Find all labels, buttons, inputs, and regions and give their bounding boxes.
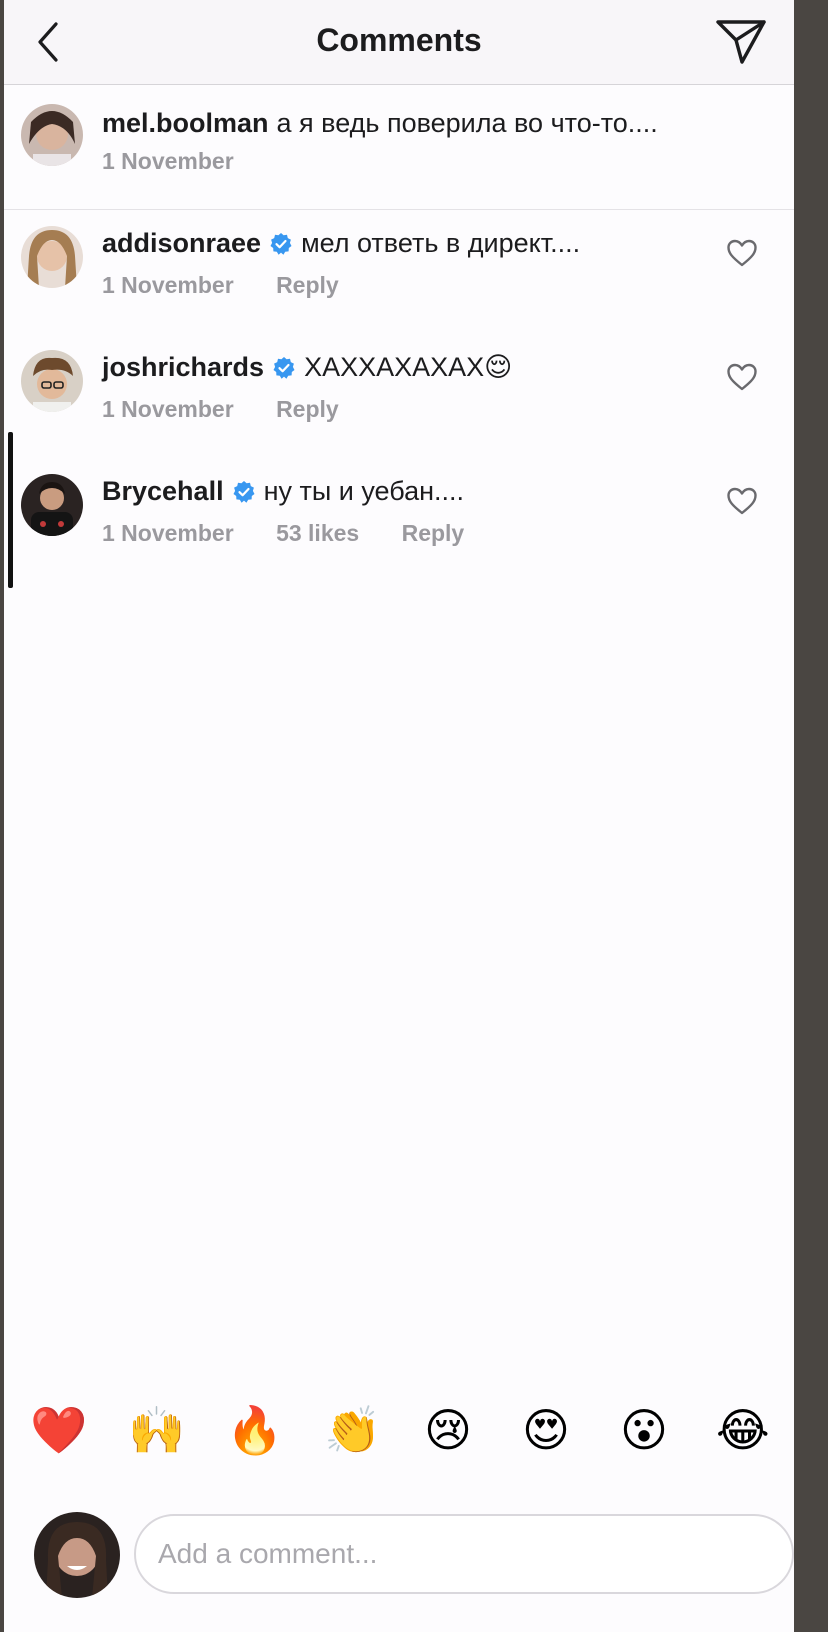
- comment-username[interactable]: joshrichards: [102, 352, 264, 383]
- avatar[interactable]: [21, 474, 83, 536]
- comment-username[interactable]: addisonraee: [102, 228, 261, 259]
- comment-item: addisonraee мел ответь в директ.... 1 No…: [4, 210, 794, 330]
- avatar-image: [21, 104, 83, 166]
- header: Comments: [4, 0, 794, 85]
- caption-text: а я ведь поверила во что-то....: [276, 108, 658, 138]
- reaction-fire[interactable]: 🔥: [226, 1404, 283, 1456]
- caption-date: 1 November: [102, 148, 234, 174]
- avatar-image: [21, 350, 83, 412]
- comment-username[interactable]: Brycehall: [102, 476, 224, 507]
- verified-badge-icon: [270, 232, 292, 255]
- comment-meta: 1 November 53 likes Reply: [102, 520, 500, 547]
- reaction-surprised[interactable]: 😮: [618, 1404, 670, 1456]
- likes-count[interactable]: 53 likes: [276, 520, 359, 546]
- reply-button[interactable]: Reply: [402, 520, 465, 546]
- like-heart-icon[interactable]: [726, 362, 758, 392]
- comment-item: joshrichards ХАХХАХАХАХ😌 1 November Repl…: [4, 334, 794, 454]
- comment-text: ну ты и уебан....: [263, 476, 465, 506]
- comment-line: Brycehall ну ты и уебан....: [102, 476, 464, 507]
- reaction-heart[interactable]: ❤️: [30, 1404, 87, 1456]
- caption-username[interactable]: mel.boolman: [102, 108, 269, 139]
- like-heart-icon[interactable]: [726, 238, 758, 268]
- avatar[interactable]: [21, 350, 83, 412]
- reply-button[interactable]: Reply: [276, 396, 339, 422]
- post-caption: mel.boolman а я ведь поверила во что-то.…: [4, 84, 794, 210]
- share-button[interactable]: [712, 16, 768, 68]
- comment-item: Brycehall ну ты и уебан.... 1 November 5…: [4, 458, 794, 578]
- comment-line: joshrichards ХАХХАХАХАХ😌: [102, 352, 512, 383]
- comment-meta: 1 November Reply: [102, 396, 375, 423]
- reaction-crying[interactable]: 😢: [422, 1404, 474, 1456]
- quick-reactions-bar: ❤️ 🙌 🔥 👏 😢 😍 😮 😂: [4, 1404, 794, 1484]
- caption-meta: 1 November: [102, 148, 270, 175]
- comment-line: addisonraee мел ответь в директ....: [102, 228, 580, 259]
- add-comment-input[interactable]: [134, 1514, 794, 1594]
- avatar-image: [34, 1512, 120, 1598]
- my-avatar[interactable]: [34, 1512, 120, 1598]
- comment-text: ХАХХАХАХАХ😌: [304, 352, 513, 382]
- reply-button[interactable]: Reply: [276, 272, 339, 298]
- avatar-image: [21, 474, 83, 536]
- avatar[interactable]: [21, 104, 83, 166]
- caption-line: mel.boolman а я ведь поверила во что-то.…: [102, 108, 658, 139]
- comment-text: мел ответь в директ....: [301, 228, 581, 258]
- verified-badge-icon: [273, 356, 295, 379]
- page-title: Comments: [316, 22, 482, 58]
- verified-badge-icon: [233, 480, 255, 503]
- avatar[interactable]: [21, 226, 83, 288]
- reaction-raised-hands[interactable]: 🙌: [128, 1404, 185, 1456]
- avatar-image: [21, 226, 83, 288]
- comments-screen: Comments mel.boolman а я ведь поверила в…: [4, 0, 794, 1632]
- reaction-clap[interactable]: 👏: [324, 1404, 381, 1456]
- comment-date: 1 November: [102, 520, 234, 546]
- edge-marker: [8, 432, 13, 588]
- comment-meta: 1 November Reply: [102, 272, 375, 299]
- reaction-heart-eyes[interactable]: 😍: [520, 1404, 572, 1456]
- paper-plane-icon: [716, 20, 766, 64]
- like-heart-icon[interactable]: [726, 486, 758, 516]
- comment-date: 1 November: [102, 396, 234, 422]
- reaction-laughing[interactable]: 😂: [716, 1404, 770, 1456]
- comment-date: 1 November: [102, 272, 234, 298]
